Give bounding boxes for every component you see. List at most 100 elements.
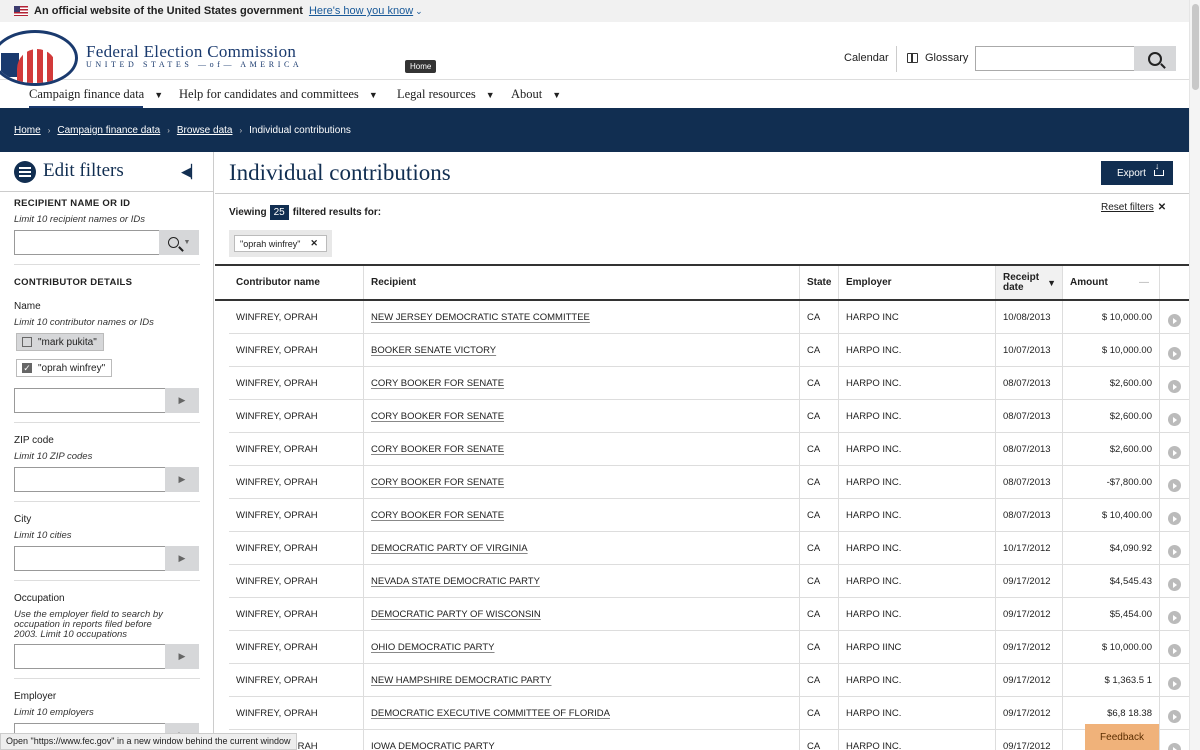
- breadcrumb-home[interactable]: Home: [14, 125, 41, 136]
- expand-row-icon[interactable]: [1168, 578, 1181, 591]
- breadcrumb-browse-data[interactable]: Browse data: [177, 125, 233, 136]
- column-header-receipt-date[interactable]: Receipt date ▼: [996, 266, 1063, 299]
- site-search-button[interactable]: [1134, 46, 1176, 71]
- cell-recipient-link-text[interactable]: CORY BOOKER FOR SENATE: [371, 444, 504, 455]
- nav-help-candidates[interactable]: Help for candidates and committees ▼: [179, 87, 378, 102]
- cell-recipient-link[interactable]: DEMOCRATIC PARTY OF VIRGINIA: [364, 532, 800, 565]
- sort-neutral-icon[interactable]: —: [1139, 277, 1149, 288]
- expand-row-icon[interactable]: [1168, 677, 1181, 690]
- cell-recipient-link-text[interactable]: CORY BOOKER FOR SENATE: [371, 411, 504, 422]
- cell-employer-text: HARPO INC.: [846, 345, 902, 356]
- column-header-state[interactable]: State: [800, 266, 839, 299]
- cell-recipient-link-text[interactable]: DEMOCRATIC EXECUTIVE COMMITTEE OF FLORID…: [371, 708, 610, 719]
- checkbox-unchecked[interactable]: [22, 337, 32, 347]
- expand-row-icon[interactable]: [1168, 347, 1181, 360]
- chevron-down-icon[interactable]: ⌄: [415, 6, 423, 17]
- fec-seal-logo[interactable]: [0, 30, 78, 86]
- expand-row-icon[interactable]: [1168, 446, 1181, 459]
- expand-row-icon[interactable]: [1168, 611, 1181, 624]
- contributor-name-submit-button[interactable]: ▶: [165, 388, 199, 413]
- page-scrollbar[interactable]: [1189, 0, 1200, 750]
- cell-recipient-link-text[interactable]: CORY BOOKER FOR SENATE: [371, 378, 504, 389]
- occupation-submit-button[interactable]: ▶: [165, 644, 199, 669]
- recipient-search-button[interactable]: ▼: [159, 230, 199, 255]
- zip-code-input[interactable]: [14, 467, 166, 492]
- cell-recipient-link-text[interactable]: DEMOCRATIC PARTY OF VIRGINIA: [371, 543, 528, 554]
- glossary-link[interactable]: Glossary: [907, 52, 968, 64]
- cell-recipient-link-text[interactable]: CORY BOOKER FOR SENATE: [371, 510, 504, 521]
- expand-row-icon[interactable]: [1168, 314, 1181, 327]
- calendar-link[interactable]: Calendar: [844, 52, 889, 64]
- remove-filter-icon[interactable]: ✕: [310, 238, 318, 249]
- column-header-amount[interactable]: Amount —: [1063, 266, 1160, 299]
- expand-row-icon[interactable]: [1168, 512, 1181, 525]
- site-subtitle: UNITED STATES —of— AMERICA: [86, 60, 303, 69]
- cell-recipient-link[interactable]: NEW JERSEY DEMOCRATIC STATE COMMITTEE: [364, 301, 800, 334]
- cell-recipient-link-text[interactable]: OHIO DEMOCRATIC PARTY: [371, 642, 495, 653]
- cell-recipient-link[interactable]: CORY BOOKER FOR SENATE: [364, 466, 800, 499]
- cell-recipient-link[interactable]: CORY BOOKER FOR SENATE: [364, 433, 800, 466]
- name-chip-mark-pukita[interactable]: "mark pukita": [16, 333, 104, 351]
- recipient-name-input[interactable]: [14, 230, 160, 255]
- cell-recipient-link-text[interactable]: BOOKER SENATE VICTORY: [371, 345, 496, 356]
- cell-state-text: CA: [807, 543, 821, 554]
- cell-recipient-link-text[interactable]: CORY BOOKER FOR SENATE: [371, 477, 504, 488]
- cell-receipt-date: 10/08/2013: [996, 301, 1063, 334]
- zip-submit-button[interactable]: ▶: [165, 467, 199, 492]
- cell-recipient-link-text[interactable]: DEMOCRATIC PARTY OF WISCONSIN: [371, 609, 541, 620]
- breadcrumb-campaign-finance-data[interactable]: Campaign finance data: [57, 125, 160, 136]
- sort-descending-icon[interactable]: ▼: [1047, 278, 1056, 288]
- cell-recipient-link-text[interactable]: NEVADA STATE DEMOCRATIC PARTY: [371, 576, 540, 587]
- cell-recipient-link-text[interactable]: NEW JERSEY DEMOCRATIC STATE COMMITTEE: [371, 312, 590, 323]
- cell-contributor: WINFREY, OPRAH: [229, 466, 364, 499]
- cell-recipient-link[interactable]: OHIO DEMOCRATIC PARTY: [364, 631, 800, 664]
- expand-row-icon[interactable]: [1168, 743, 1181, 750]
- expand-row-icon[interactable]: [1168, 545, 1181, 558]
- expand-row-icon[interactable]: [1168, 413, 1181, 426]
- cell-recipient-link[interactable]: NEW HAMPSHIRE DEMOCRATIC PARTY: [364, 664, 800, 697]
- checkbox-checked[interactable]: ✓: [22, 363, 32, 373]
- cell-recipient-link[interactable]: CORY BOOKER FOR SENATE: [364, 367, 800, 400]
- active-filter-tag[interactable]: "oprah winfrey" ✕: [234, 235, 327, 252]
- cell-receipt-date: 09/17/2012: [996, 598, 1063, 631]
- cell-contributor-text: WINFREY, OPRAH: [236, 510, 318, 521]
- occupation-input[interactable]: [14, 644, 166, 669]
- collapse-panel-icon[interactable]: ◀▏: [181, 164, 201, 180]
- row-expand-cell: [1160, 400, 1189, 433]
- column-header-recipient[interactable]: Recipient: [364, 266, 800, 299]
- expand-row-icon[interactable]: [1168, 380, 1181, 393]
- name-chip-oprah-winfrey[interactable]: ✓ "oprah winfrey": [16, 359, 113, 377]
- expand-row-icon[interactable]: [1168, 479, 1181, 492]
- export-button[interactable]: Export: [1101, 161, 1173, 185]
- cell-recipient-link[interactable]: BOOKER SENATE VICTORY: [364, 334, 800, 367]
- cell-recipient-link[interactable]: CORY BOOKER FOR SENATE: [364, 400, 800, 433]
- cell-contributor: WINFREY, OPRAH: [229, 433, 364, 466]
- column-header-contributor[interactable]: Contributor name: [229, 266, 364, 299]
- cell-recipient-link[interactable]: DEMOCRATIC EXECUTIVE COMMITTEE OF FLORID…: [364, 697, 800, 730]
- cell-state: CA: [800, 334, 839, 367]
- download-icon: [1153, 161, 1164, 176]
- contributor-name-input[interactable]: [14, 388, 166, 413]
- scrollbar-thumb[interactable]: [1192, 4, 1199, 90]
- expand-row-icon[interactable]: [1168, 644, 1181, 657]
- site-search-input[interactable]: [975, 46, 1135, 71]
- nav-campaign-finance-data[interactable]: Campaign finance data ▼: [29, 87, 163, 109]
- cell-recipient-link[interactable]: DEMOCRATIC PARTY OF WISCONSIN: [364, 598, 800, 631]
- cell-recipient-link-text[interactable]: NEW HAMPSHIRE DEMOCRATIC PARTY: [371, 675, 552, 686]
- heres-how-you-know-link[interactable]: Here's how you know: [309, 5, 413, 17]
- expand-row-icon[interactable]: [1168, 710, 1181, 723]
- cell-state-text: CA: [807, 741, 821, 750]
- reset-filters-link[interactable]: Reset filters ✕: [1101, 202, 1166, 213]
- cell-recipient-link[interactable]: IOWA DEMOCRATIC PARTY: [364, 730, 800, 750]
- city-input[interactable]: [14, 546, 166, 571]
- nav-legal-resources[interactable]: Legal resources ▼: [397, 87, 495, 102]
- cell-recipient-link-text[interactable]: IOWA DEMOCRATIC PARTY: [371, 741, 495, 750]
- nav-about[interactable]: About ▼: [511, 87, 561, 102]
- feedback-button[interactable]: Feedback: [1085, 724, 1159, 750]
- column-header-employer[interactable]: Employer: [839, 266, 996, 299]
- site-title[interactable]: Federal Election Commission: [86, 42, 296, 62]
- city-submit-button[interactable]: ▶: [165, 546, 199, 571]
- cell-recipient-link[interactable]: CORY BOOKER FOR SENATE: [364, 499, 800, 532]
- cell-recipient-link[interactable]: NEVADA STATE DEMOCRATIC PARTY: [364, 565, 800, 598]
- cell-amount-text: $ 10,400.00: [1101, 510, 1152, 521]
